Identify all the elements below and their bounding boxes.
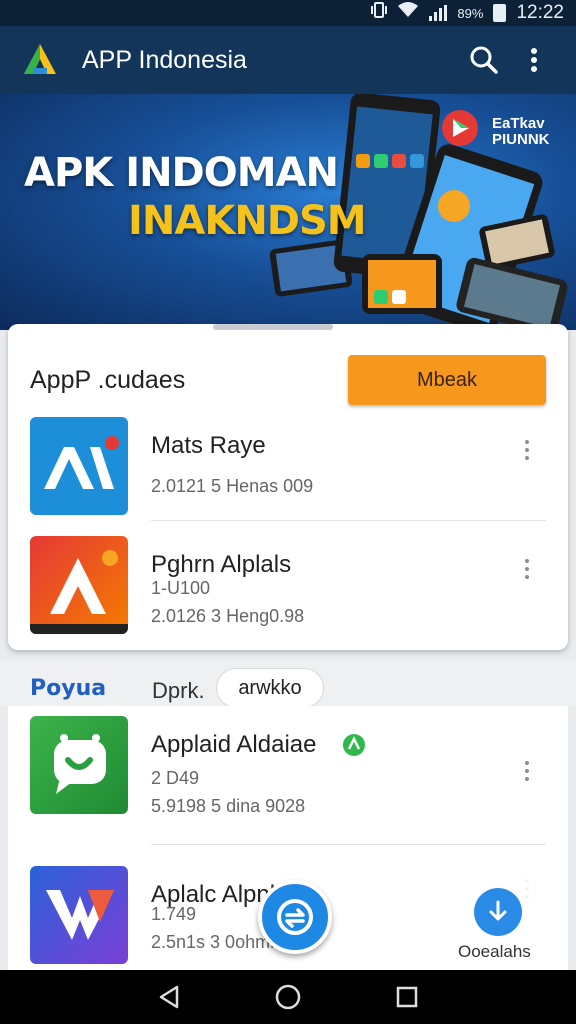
app-name: Pghrn Alplals (151, 551, 292, 578)
item-menu-button[interactable] (512, 756, 542, 786)
promo-banner[interactable]: APK INDOMAN INAKNDSM EaTkav PIUNNK (0, 94, 576, 330)
list-item[interactable]: Mats Raye 2.0121 5 Henas 009 (30, 417, 550, 517)
app-meta: 2.0121 5 Henas 009 (151, 476, 314, 496)
app-bar: APP Indonesia (0, 26, 576, 94)
home-icon (275, 984, 301, 1010)
back-icon (160, 985, 179, 1009)
downloads-label: Ooealahs (458, 942, 531, 961)
banner-badge: EaTkav PIUNNK (492, 115, 550, 148)
divider (151, 844, 546, 845)
battery-percent: 89% (457, 5, 484, 21)
brand-label: Poyua (30, 676, 107, 701)
sync-icon (277, 899, 313, 935)
a-logo-blue-icon (30, 417, 128, 515)
drag-handle[interactable] (213, 324, 333, 330)
battery-icon (493, 4, 507, 22)
system-nav-bar (0, 970, 576, 1024)
app-meta: 1-U100 (151, 578, 211, 598)
app-name: Mats Raye (151, 432, 266, 459)
update-all-button[interactable]: Mbeak (348, 355, 546, 405)
filter-text: Dprk. (152, 678, 205, 703)
divider (151, 520, 546, 521)
download-arrow-icon (489, 900, 507, 921)
m-logo-icon (30, 866, 128, 964)
list-item[interactable]: Pghrn Alplals 1-U100 2.0126 3 Heng0.98 (30, 536, 550, 636)
back-button[interactable] (145, 973, 193, 1021)
app-meta: 2 D49 (151, 768, 200, 788)
app-logo-icon (24, 44, 56, 74)
search-button[interactable] (462, 38, 506, 82)
item-menu-button[interactable] (512, 435, 542, 465)
clock: 12:22 (516, 2, 564, 23)
status-bar: 89% 12:22 (0, 0, 576, 26)
refresh-fab[interactable] (258, 880, 332, 954)
signal-icon (429, 5, 448, 21)
play-badge-icon (442, 110, 478, 146)
app-meta: 1.749 (151, 904, 197, 924)
app-updates-card: AppP .cudaes Mbeak Mats Raye 2.0121 5 He… (8, 324, 568, 650)
more-vert-icon (531, 48, 537, 72)
a-logo-red-icon (30, 536, 128, 634)
overflow-menu-button[interactable] (512, 38, 556, 82)
home-button[interactable] (264, 973, 312, 1021)
app-meta: 2.5n1s 3 0ohmn (151, 932, 281, 952)
item-menu-button[interactable] (512, 554, 542, 584)
chat-bubble-icon (30, 716, 128, 814)
vibrate-icon (371, 1, 388, 25)
filter-chip[interactable]: arwkko (216, 668, 324, 708)
app-meta: 2.0126 3 Heng0.98 (151, 606, 305, 626)
banner-subtitle: INAKNDSM (128, 198, 367, 244)
section-title: AppP .cudaes (30, 366, 186, 394)
recents-icon (396, 986, 417, 1008)
app-name: Applaid Aldaiae (151, 731, 317, 758)
search-icon (470, 46, 498, 74)
list-item[interactable]: Applaid Aldaiae 2 D49 5.9198 5 dina 9028 (30, 716, 550, 816)
verified-badge-icon (343, 734, 365, 756)
banner-title: APK INDOMAN (24, 150, 339, 196)
download-button[interactable] (474, 888, 522, 936)
app-title: APP Indonesia (82, 45, 247, 74)
app-meta: 5.9198 5 dina 9028 (151, 796, 306, 816)
wifi-icon (397, 1, 419, 25)
recents-button[interactable] (383, 973, 431, 1021)
